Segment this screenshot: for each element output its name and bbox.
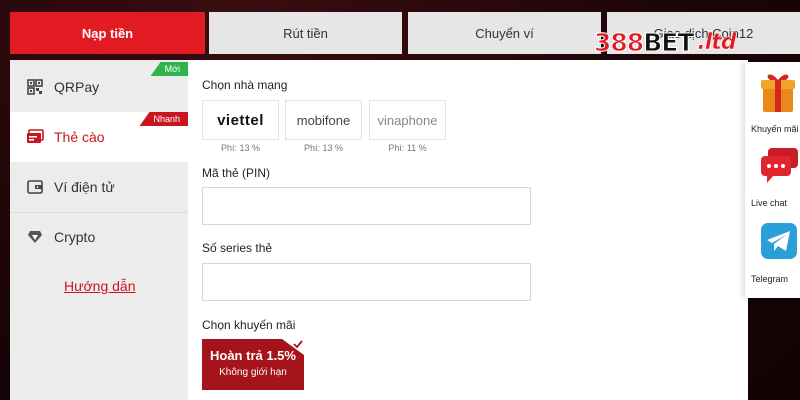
carrier-fee: Phí: 11 %: [388, 143, 427, 153]
promo-label: Chọn khuyến mãi: [202, 318, 296, 332]
floating-support-panel: Khuyến mãi Live chat Telegram: [745, 62, 800, 298]
promo-subtitle: Không giới hạn: [219, 367, 287, 378]
sidebar-item-label: Thẻ cào: [54, 129, 105, 145]
wallet-icon: [26, 178, 44, 196]
guide-link[interactable]: Hướng dẫn: [64, 278, 135, 294]
card-icon: [26, 128, 44, 146]
pin-label: Mã thẻ (PIN): [202, 166, 271, 180]
sidebar-item-label: Ví điện tử: [54, 179, 115, 195]
sidebar-item-label: Crypto: [54, 229, 96, 245]
serial-input[interactable]: [202, 263, 531, 301]
carrier-name: mobifone: [296, 112, 351, 128]
sidebar-item-e-wallet[interactable]: Ví điện tử: [10, 162, 188, 212]
sidebar-item-qrpay[interactable]: QRPay Mới: [10, 62, 188, 112]
carrier-fee: Phí: 13 %: [220, 143, 261, 153]
float-label: Live chat: [751, 198, 788, 208]
carrier-viettel[interactable]: viettel: [202, 100, 279, 140]
carrier-fee: Phí: 13 %: [303, 143, 344, 153]
tab-withdraw[interactable]: Rút tiền: [209, 12, 402, 54]
brand-logo: 388 BET .ltd: [593, 27, 736, 57]
qr-code-icon: [26, 78, 44, 96]
chat-icon: [760, 146, 798, 184]
pin-input[interactable]: [202, 187, 531, 225]
tab-deposit[interactable]: Nạp tiền: [10, 12, 205, 54]
carrier-name: viettel: [217, 111, 264, 129]
sidebar-item-scratch-card[interactable]: Thẻ cào Nhanh: [10, 112, 188, 162]
carrier-vinaphone[interactable]: vinaphone: [369, 100, 446, 140]
badge-new: Mới: [150, 62, 188, 76]
sidebar-item-crypto[interactable]: Crypto: [10, 212, 188, 262]
promo-option-cashback[interactable]: Hoàn trả 1.5% Không giới hạn: [202, 339, 304, 390]
sidebar-item-label: QRPay: [54, 79, 100, 95]
float-label: Khuyến mãi: [751, 124, 799, 134]
network-label: Chọn nhà mạng: [202, 78, 288, 92]
promo-title: Hoàn trả 1.5%: [210, 348, 296, 363]
payment-method-sidebar: QRPay Mới Thẻ cào Nhanh Ví điện tử Crypt…: [10, 60, 188, 400]
badge-fast: Nhanh: [139, 112, 188, 126]
telegram-icon: [760, 222, 797, 260]
carrier-name: vinaphone: [377, 112, 438, 128]
carrier-mobifone[interactable]: mobifone: [285, 100, 362, 140]
tab-transfer[interactable]: Chuyển ví: [408, 12, 601, 54]
gift-icon: [760, 70, 796, 112]
serial-label: Số series thẻ: [202, 241, 273, 255]
diamond-icon: [26, 228, 44, 246]
float-label: Telegram: [751, 274, 789, 284]
scratch-card-form: Chọn nhà mạng viettel mobifone vinaphone…: [188, 60, 748, 400]
